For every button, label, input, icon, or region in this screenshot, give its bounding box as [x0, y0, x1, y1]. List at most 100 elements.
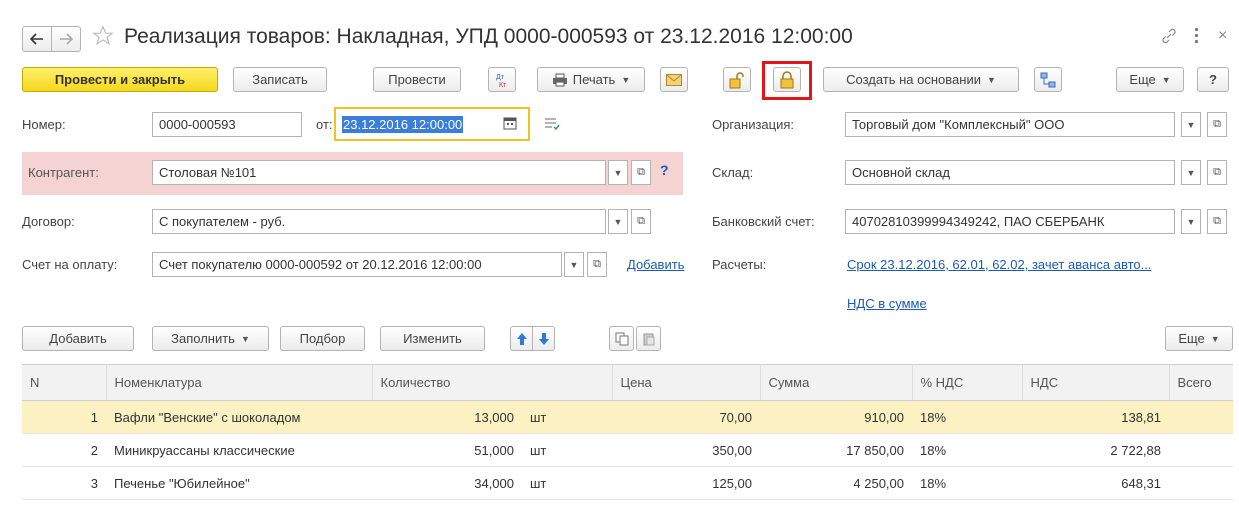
column-header-price[interactable]: Цена [612, 364, 761, 401]
cell-quantity: 34,000 шт [372, 466, 612, 500]
contract-field[interactable]: С покупателем - руб. [152, 209, 606, 234]
table-fill-button[interactable]: Заполнить ▼ [152, 326, 269, 351]
table-add-button[interactable]: Добавить [22, 326, 134, 351]
cell-total [1169, 433, 1233, 467]
more-button[interactable]: Еще ▼ [1116, 67, 1184, 92]
organization-field[interactable]: Торговый дом "Комплексный" ООО [845, 112, 1175, 137]
bank-account-dropdown[interactable]: ▼ [1181, 209, 1201, 234]
help-button[interactable]: ? [1197, 67, 1229, 92]
table-more-button[interactable]: Еще ▼ [1165, 326, 1233, 351]
cell-vat-rate: 18% [912, 400, 1022, 434]
post-button[interactable]: Провести [373, 67, 461, 92]
settlements-label: Расчеты: [712, 257, 767, 272]
column-header-quantity[interactable]: Количество [372, 364, 613, 401]
open-icon: ⧉ [593, 258, 601, 270]
forward-button[interactable] [51, 26, 81, 52]
dt-kt-button[interactable]: Дт Кт [488, 67, 516, 92]
cell-vat: 138,81 [1022, 400, 1169, 434]
unit-value: шт [530, 442, 547, 458]
bank-account-open[interactable]: ⧉ [1207, 209, 1227, 234]
organization-dropdown[interactable]: ▼ [1181, 112, 1201, 137]
cell-vat-rate: 18% [912, 433, 1022, 467]
cell-name: Печенье "Юбилейное" [106, 466, 372, 500]
warehouse-dropdown[interactable]: ▼ [1181, 160, 1201, 185]
quantity-value: 34,000 [474, 475, 514, 491]
warehouse-field[interactable]: Основной склад [845, 160, 1175, 185]
favorite-star-icon[interactable] [92, 25, 114, 50]
paste-icon [643, 333, 654, 345]
column-header-n[interactable]: N [22, 364, 107, 401]
lock-button[interactable] [773, 67, 801, 92]
unlock-button[interactable] [723, 67, 751, 92]
number-field[interactable]: 0000-000593 [152, 112, 302, 137]
email-button[interactable] [660, 67, 688, 92]
chevron-down-icon: ▼ [240, 333, 250, 344]
copy-row-button[interactable] [609, 326, 634, 351]
structure-button[interactable] [1034, 67, 1062, 92]
cell-sum: 4 250,00 [760, 466, 912, 500]
window-title: Реализация товаров: Накладная, УПД 0000-… [124, 25, 853, 48]
cell-vat: 648,31 [1022, 466, 1169, 500]
warehouse-open[interactable]: ⧉ [1207, 160, 1227, 185]
post-and-close-button[interactable]: Провести и закрыть [22, 67, 218, 92]
open-icon: ⧉ [637, 215, 645, 227]
contract-open[interactable]: ⧉ [631, 209, 651, 234]
column-header-vat[interactable]: НДС [1022, 364, 1170, 401]
table-row[interactable]: 2 Миникруассаны классические 51,000 шт 35… [22, 433, 1233, 467]
table-pick-button[interactable]: Подбор [280, 326, 365, 351]
organization-open[interactable]: ⧉ [1207, 112, 1227, 137]
table-change-button[interactable]: Изменить [380, 326, 485, 351]
link-icon[interactable] [1160, 27, 1178, 48]
arrow-down-icon [538, 332, 549, 345]
column-header-nomenclature[interactable]: Номенклатура [106, 364, 373, 401]
contract-dropdown[interactable]: ▼ [608, 209, 628, 234]
unlock-icon [729, 71, 744, 88]
save-button[interactable]: Записать [233, 67, 327, 92]
column-header-sum[interactable]: Сумма [760, 364, 913, 401]
table-row[interactable]: 1 Вафли "Венские" с шоколадом 13,000 шт 7… [22, 400, 1233, 434]
back-button[interactable] [22, 26, 52, 52]
move-up-button[interactable] [510, 326, 533, 351]
organization-label: Организация: [712, 117, 795, 132]
contractor-open[interactable]: ⧉ [631, 160, 651, 185]
move-down-button[interactable] [532, 326, 555, 351]
cell-quantity: 51,000 шт [372, 433, 612, 467]
contractor-dropdown[interactable]: ▼ [608, 160, 628, 185]
print-button[interactable]: Печать ▼ [537, 67, 645, 92]
cell-price: 70,00 [612, 400, 760, 434]
contractor-help[interactable]: ? [660, 162, 669, 178]
invoice-open[interactable]: ⧉ [587, 252, 607, 277]
column-header-total[interactable]: Всего [1169, 364, 1233, 401]
cell-total [1169, 400, 1233, 434]
create-based-on-label: Создать на основании [846, 72, 981, 87]
quantity-value: 51,000 [474, 442, 514, 458]
column-header-vat-rate[interactable]: % НДС [912, 364, 1023, 401]
svg-text:Дт: Дт [496, 74, 505, 81]
bank-account-label: Банковский счет: [712, 214, 815, 229]
cell-n: 3 [22, 466, 106, 500]
date-value: 23.12.2016 12:00:00 [342, 116, 464, 133]
quantity-value: 13,000 [474, 409, 514, 425]
invoice-add-link[interactable]: Добавить [627, 257, 684, 272]
comment-list-icon[interactable] [544, 117, 560, 134]
table-row[interactable]: 3 Печенье "Юбилейное" 34,000 шт 125,00 4 … [22, 466, 1233, 500]
open-icon: ⧉ [1213, 118, 1221, 130]
invoice-field[interactable]: Счет покупателю 0000-000592 от 20.12.201… [152, 252, 562, 277]
table-header-row: N Номенклатура Количество Цена Сумма % Н… [22, 364, 1233, 401]
open-icon: ⧉ [1213, 215, 1221, 227]
settlements-link[interactable]: Срок 23.12.2016, 62.01, 62.02, зачет ава… [847, 257, 1151, 272]
create-based-on-button[interactable]: Создать на основании ▼ [823, 67, 1019, 92]
copy-icon [615, 332, 628, 345]
calendar-icon[interactable] [503, 116, 517, 133]
svg-text:Кт: Кт [499, 82, 507, 89]
kebab-menu-icon[interactable] [1193, 27, 1199, 45]
paste-row-button[interactable] [636, 326, 661, 351]
bank-account-field[interactable]: 40702810399994349242, ПАО СБЕРБАНК [845, 209, 1175, 234]
date-field[interactable]: 23.12.2016 12:00:00 [339, 112, 525, 137]
contractor-field[interactable]: Столовая №101 [152, 160, 606, 185]
close-icon[interactable]: × [1218, 27, 1227, 45]
cell-n: 2 [22, 433, 106, 467]
vat-in-sum-link[interactable]: НДС в сумме [847, 296, 927, 311]
invoice-dropdown[interactable]: ▼ [564, 252, 584, 277]
contract-label: Договор: [22, 214, 75, 229]
